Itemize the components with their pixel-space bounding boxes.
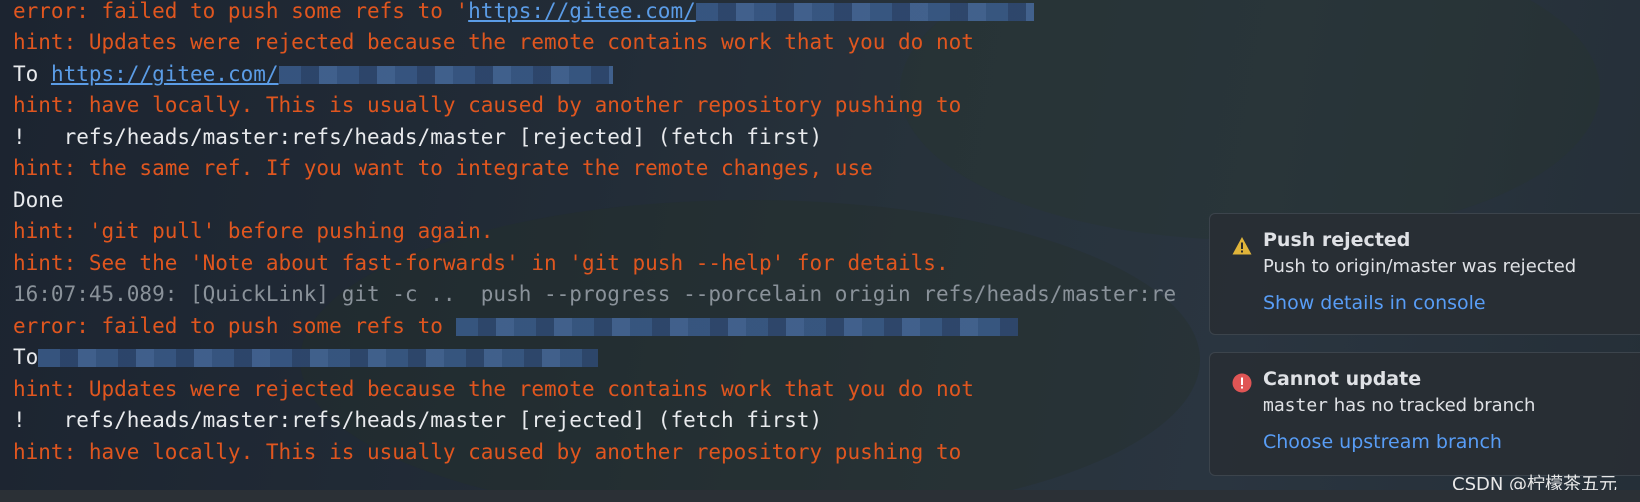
console-link[interactable]: https://gitee.com/ (468, 0, 696, 23)
warning-icon (1232, 237, 1252, 255)
branch-name: master (1263, 395, 1329, 416)
show-details-link[interactable]: Show details in console (1263, 292, 1486, 314)
console-line-command: 16:07:45.089: [QuickLink] git -c .. push… (13, 282, 1177, 306)
notification-title: Push rejected (1263, 229, 1411, 251)
bottom-bar (0, 490, 1640, 502)
redacted-text (278, 66, 613, 84)
console-line: ! refs/heads/master:refs/heads/master [r… (13, 408, 823, 432)
notification-body: Push to origin/master was rejected (1263, 256, 1577, 277)
redacted-text (38, 349, 599, 367)
console-line: hint: Updates were rejected because the … (13, 30, 974, 54)
console-line: hint: See the 'Note about fast-forwards'… (13, 251, 949, 275)
console-line: error: failed to push some refs to (13, 311, 1018, 341)
console-link[interactable]: https://gitee.com/ (51, 62, 279, 86)
console-line: hint: Updates were rejected because the … (13, 377, 974, 401)
notification-cannot-update[interactable]: Cannot update master has no tracked bran… (1209, 352, 1640, 476)
console-line: hint: have locally. This is usually caus… (13, 440, 962, 464)
console-line: hint: the same ref. If you want to integ… (13, 156, 873, 180)
console-line: ! refs/heads/master:refs/heads/master [r… (13, 125, 823, 149)
console-line: hint: 'git pull' before pushing again. (13, 219, 494, 243)
redacted-text (455, 318, 1018, 336)
console-line: error: failed to push some refs to 'http… (13, 0, 1034, 26)
notification-body: master has no tracked branch (1263, 395, 1536, 416)
choose-upstream-branch-link[interactable]: Choose upstream branch (1263, 431, 1502, 453)
redacted-text (695, 3, 1034, 21)
notification-push-rejected[interactable]: Push rejected Push to origin/master was … (1209, 213, 1640, 335)
console-line: To https://gitee.com/ (13, 59, 613, 89)
console-line: Done (13, 188, 64, 212)
error-icon (1232, 373, 1252, 393)
console-line: To (13, 342, 599, 372)
console-line: hint: have locally. This is usually caus… (13, 93, 962, 117)
notification-title: Cannot update (1263, 368, 1422, 390)
